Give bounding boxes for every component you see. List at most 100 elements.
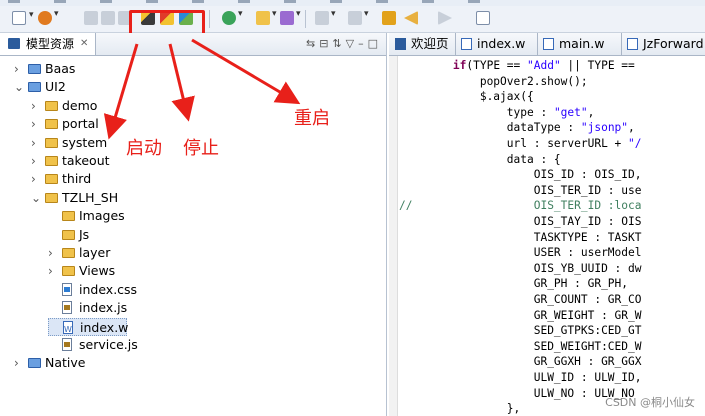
- save-all-icon[interactable]: [101, 11, 115, 25]
- chevron-right-icon[interactable]: ›: [48, 244, 53, 262]
- w-file-icon: [461, 38, 472, 50]
- tree-item[interactable]: › portal: [31, 115, 231, 133]
- chevron-right-icon[interactable]: ›: [31, 134, 36, 152]
- w-file-icon: [627, 38, 638, 50]
- w-file-icon: [543, 38, 554, 50]
- back-icon[interactable]: [404, 11, 418, 25]
- model-resources-view: 模型资源 ✕ ⇆⊟⇅▽–□ › Baas ⌄ UI2 › demo › portal › syst…: [0, 33, 387, 416]
- debug-icon[interactable]: [222, 9, 243, 25]
- sync-icon[interactable]: ⇆: [306, 37, 319, 50]
- tab-welcome[interactable]: 欢迎页: [389, 33, 456, 55]
- external-tool-icon[interactable]: [280, 9, 301, 25]
- tree-item[interactable]: index.css: [48, 281, 248, 299]
- css-file-icon: [62, 282, 72, 296]
- tab-model-resources[interactable]: 模型资源 ✕: [0, 33, 96, 55]
- tree-item[interactable]: › Native: [14, 354, 214, 372]
- code-line: ULW_NO : ULW_NO: [533, 386, 635, 400]
- new-icon[interactable]: [12, 10, 34, 25]
- collapse-all-icon[interactable]: ⊟: [319, 37, 332, 50]
- project-icon: [28, 64, 41, 74]
- open-folder-icon[interactable]: [256, 9, 277, 25]
- folder-icon: [62, 211, 75, 222]
- code-line: OIS_TER_ID : use: [533, 183, 642, 197]
- annotation-start: 启动: [126, 138, 162, 159]
- view-tab-bar: 模型资源 ✕ ⇆⊟⇅▽–□: [0, 33, 386, 56]
- chevron-right-icon[interactable]: ›: [31, 170, 36, 188]
- folder-icon: [45, 100, 58, 111]
- code-line: $.ajax({: [479, 90, 534, 104]
- tree-item-label: third: [62, 171, 92, 187]
- tree-item[interactable]: › demo: [31, 97, 231, 115]
- tree-item-label: index.css: [79, 281, 138, 297]
- view-toolbar: ⇆⊟⇅▽–□: [306, 37, 382, 50]
- code-line: ULW_ID : ULW_ID,: [533, 371, 642, 384]
- tree-item-label: Js: [79, 226, 90, 242]
- tree-item-selected[interactable]: index.w: [48, 317, 129, 339]
- tree-item[interactable]: › Views: [48, 262, 248, 280]
- model-resources-icon: [8, 38, 20, 49]
- tree-item[interactable]: ⌄ UI2: [14, 78, 214, 96]
- tree-item-label: index.w: [80, 319, 129, 335]
- next-annotation-icon[interactable]: [315, 9, 336, 25]
- folder-icon: [62, 229, 75, 240]
- run-config-icon[interactable]: [382, 11, 396, 25]
- chevron-right-icon[interactable]: ›: [31, 115, 36, 133]
- code-line: url : serverURL + "/: [506, 137, 642, 150]
- tree-item-label: Images: [79, 208, 125, 224]
- code-line: if(TYPE == "Add" || TYPE ==: [452, 59, 635, 72]
- chevron-right-icon[interactable]: ›: [31, 97, 36, 115]
- code-line: // OIS_TER_ID :loca: [399, 199, 642, 213]
- code-line: dataType : "jsonp",: [506, 121, 635, 135]
- pin-icon[interactable]: [476, 11, 490, 25]
- code-line: SED_GTPKS:CED_GT: [533, 324, 642, 338]
- code-line: },: [506, 402, 521, 416]
- tree-item-label: layer: [79, 245, 111, 260]
- home-icon: [395, 38, 406, 50]
- folder-icon: [45, 137, 58, 148]
- tab-main-w[interactable]: main.w: [537, 33, 622, 55]
- maximize-icon[interactable]: □: [368, 37, 382, 50]
- prev-annotation-icon[interactable]: [348, 9, 369, 25]
- tree-item[interactable]: › third: [31, 170, 231, 188]
- tree-item[interactable]: index.js: [48, 299, 248, 317]
- run-icon[interactable]: [38, 9, 59, 25]
- chevron-right-icon[interactable]: ›: [14, 60, 19, 78]
- code-line: popOver2.show();: [479, 74, 588, 88]
- forward-icon[interactable]: [438, 11, 452, 25]
- chevron-down-icon[interactable]: ⌄: [31, 189, 41, 207]
- tree-item-label: demo: [62, 97, 98, 113]
- folder-icon: [45, 156, 58, 166]
- tree-item[interactable]: Js: [48, 226, 248, 244]
- tree-item-label: Baas: [45, 61, 76, 76]
- tree-item[interactable]: Images: [48, 207, 248, 225]
- project-icon: [28, 82, 41, 93]
- main-toolbar: [0, 6, 705, 44]
- chevron-right-icon[interactable]: ›: [31, 152, 36, 170]
- annotation-stop: 停止: [183, 138, 219, 159]
- tab-index-w[interactable]: index.w: [455, 33, 538, 55]
- js-file-icon: [62, 301, 72, 315]
- view-menu-icon[interactable]: ▽: [346, 37, 358, 50]
- code-line: OIS_YB_UUID : dw: [533, 261, 642, 275]
- minimize-icon[interactable]: –: [358, 37, 368, 50]
- link-icon[interactable]: ⇅: [332, 37, 345, 50]
- tree-item[interactable]: › Baas: [14, 60, 214, 78]
- chevron-right-icon[interactable]: ›: [14, 354, 19, 372]
- tab-jzforward[interactable]: JzForward: [621, 33, 705, 55]
- tree-item[interactable]: › layer: [48, 244, 248, 262]
- tree-item-label: portal: [62, 116, 99, 132]
- chevron-right-icon[interactable]: ›: [48, 262, 53, 280]
- chevron-down-icon[interactable]: ⌄: [14, 78, 24, 96]
- close-icon[interactable]: ✕: [80, 33, 88, 55]
- js-file-icon: [62, 338, 72, 351]
- tree-item-label: service.js: [79, 337, 138, 352]
- tree-item[interactable]: ⌄ TZLH_SH: [31, 189, 231, 207]
- project-icon: [28, 358, 41, 369]
- code-area[interactable]: if(TYPE == "Add" || TYPE == popOver2.sho…: [399, 56, 705, 416]
- tab-label: 模型资源: [26, 37, 75, 51]
- w-file-icon: [63, 320, 73, 339]
- code-line: GR_WEIGHT : GR_W: [533, 308, 642, 322]
- tree-item[interactable]: service.js: [48, 336, 248, 354]
- code-line: GR_COUNT : GR_CO: [533, 293, 642, 306]
- save-icon[interactable]: [84, 11, 98, 25]
